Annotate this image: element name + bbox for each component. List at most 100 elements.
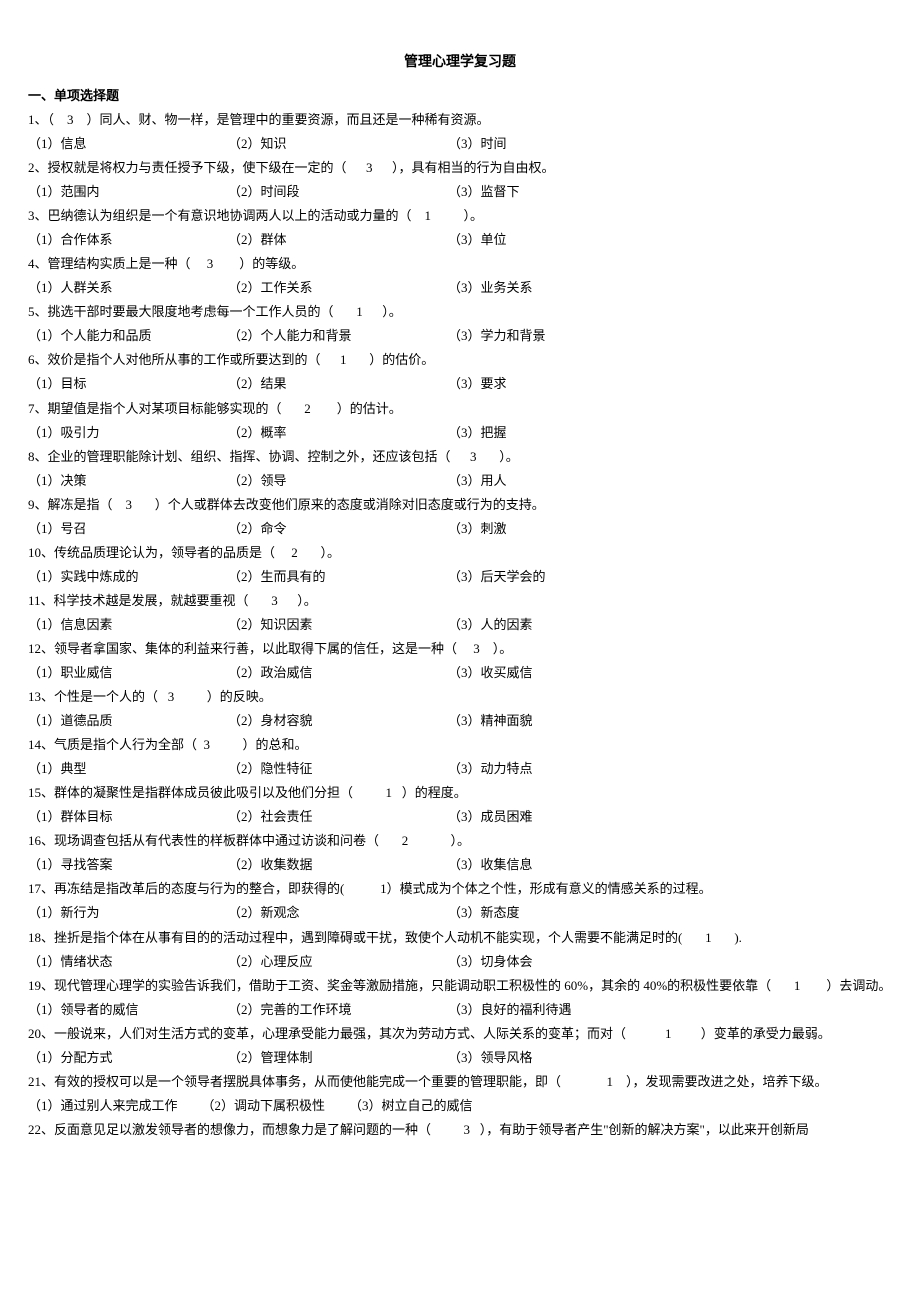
section-header: 一、单项选择题 [28,84,892,108]
option: （1）号召 [28,517,228,541]
option: （3）用人 [448,469,892,493]
option: （1）新行为 [28,901,228,925]
option: （3）把握 [448,421,892,445]
option: （3）树立自己的威信 [349,1094,868,1118]
option: （2）时间段 [228,180,448,204]
option: （2）调动下属积极性 [202,1094,326,1118]
option: （1）情绪状态 [28,950,228,974]
question-stem: 10、传统品质理论认为，领导者的品质是（ 2 ）。 [28,541,892,565]
option: （3）精神面貌 [448,709,892,733]
option: （3）收集信息 [448,853,892,877]
option: （1）决策 [28,469,228,493]
options-row: （1）个人能力和品质（2）个人能力和背景（3）学力和背景 [28,324,892,348]
option: （2）群体 [228,228,448,252]
option: （3）业务关系 [448,276,892,300]
options-row: （1）新行为（2）新观念（3）新态度 [28,901,892,925]
option: （3）时间 [448,132,892,156]
option: （2）领导 [228,469,448,493]
option: （1）人群关系 [28,276,228,300]
option: （2）知识 [228,132,448,156]
option: （3）刺激 [448,517,892,541]
option: （2）结果 [228,372,448,396]
option: （3）人的因素 [448,613,892,637]
options-row: （1）实践中炼成的（2）生而具有的（3）后天学会的 [28,565,892,589]
option: （1）吸引力 [28,421,228,445]
options-row: （1）道德品质（2）身材容貌（3）精神面貌 [28,709,892,733]
options-row: （1）群体目标（2）社会责任（3）成员困难 [28,805,892,829]
option: （1）目标 [28,372,228,396]
question-stem: 7、期望值是指个人对某项目标能够实现的（ 2 ）的估计。 [28,397,892,421]
options-row: （1）决策（2）领导（3）用人 [28,469,892,493]
option: （2）心理反应 [228,950,448,974]
option: （1）信息 [28,132,228,156]
option: （2）管理体制 [228,1046,448,1070]
options-row: （1）寻找答案（2）收集数据（3）收集信息 [28,853,892,877]
option: （2）知识因素 [228,613,448,637]
question-stem: 8、企业的管理职能除计划、组织、指挥、协调、控制之外，还应该包括（ 3 ）。 [28,445,892,469]
options-row: （1）号召（2）命令（3）刺激 [28,517,892,541]
option: （3）新态度 [448,901,892,925]
option: （3）切身体会 [448,950,892,974]
option: （1）分配方式 [28,1046,228,1070]
option: （3）良好的福利待遇 [448,998,892,1022]
option: （1）范围内 [28,180,228,204]
question-stem: 14、气质是指个人行为全部（ 3 ）的总和。 [28,733,892,757]
option: （3）成员困难 [448,805,892,829]
option: （2）完善的工作环境 [228,998,448,1022]
option: （1）合作体系 [28,228,228,252]
option: （1）通过别人来完成工作 [28,1094,178,1118]
question-stem: 3、巴纳德认为组织是一个有意识地协调两人以上的活动或力量的（ 1 ）。 [28,204,892,228]
question-stem: 6、效价是指个人对他所从事的工作或所要达到的（ 1 ）的估价。 [28,348,892,372]
options-row: （1）合作体系（2）群体（3）单位 [28,228,892,252]
option: （1）道德品质 [28,709,228,733]
option: （2）新观念 [228,901,448,925]
option: （3）动力特点 [448,757,892,781]
options-row: （1）信息因素（2）知识因素（3）人的因素 [28,613,892,637]
option: （3）监督下 [448,180,892,204]
option: （2）收集数据 [228,853,448,877]
option: （1）领导者的威信 [28,998,228,1022]
question-stem: 21、有效的授权可以是一个领导者摆脱具体事务，从而使他能完成一个重要的管理职能，… [28,1070,892,1094]
options-row: （1）目标（2）结果（3）要求 [28,372,892,396]
option: （2）政治威信 [228,661,448,685]
question-stem: 4、管理结构实质上是一种（ 3 ）的等级。 [28,252,892,276]
option: （3）要求 [448,372,892,396]
options-row: （1）情绪状态（2）心理反应（3）切身体会 [28,950,892,974]
question-stem: 22、反面意见足以激发领导者的想像力，而想象力是了解问题的一种（ 3 ），有助于… [28,1118,892,1142]
question-stem: 12、领导者拿国家、集体的利益来行善，以此取得下属的信任，这是一种（ 3 ）。 [28,637,892,661]
question-stem: 20、一般说来，人们对生活方式的变革，心理承受能力最强，其次为劳动方式、人际关系… [28,1022,892,1046]
question-stem: 19、现代管理心理学的实验告诉我们，借助于工资、奖金等激励措施，只能调动职工积极… [28,974,892,998]
question-stem: 2、授权就是将权力与责任授予下级，使下级在一定的（ 3 ），具有相当的行为自由权… [28,156,892,180]
options-row: （1）信息（2）知识（3）时间 [28,132,892,156]
options-row: （1）通过别人来完成工作 （2）调动下属积极性 （3）树立自己的威信 [28,1094,892,1118]
option: （3）领导风格 [448,1046,892,1070]
question-stem: 11、科学技术越是发展，就越要重视（ 3 ）。 [28,589,892,613]
question-stem: 16、现场调查包括从有代表性的样板群体中通过访谈和问卷（ 2 ）。 [28,829,892,853]
option: （2）生而具有的 [228,565,448,589]
question-stem: 13、个性是一个人的（ 3 ）的反映。 [28,685,892,709]
option: （3）学力和背景 [448,324,892,348]
options-row: （1）人群关系（2）工作关系（3）业务关系 [28,276,892,300]
option: （1）职业威信 [28,661,228,685]
option: （1）典型 [28,757,228,781]
question-stem: 9、解冻是指（ 3 ）个人或群体去改变他们原来的态度或消除对旧态度或行为的支持。 [28,493,892,517]
option: （3）后天学会的 [448,565,892,589]
option: （2）社会责任 [228,805,448,829]
question-stem: 1、（ 3 ）同人、财、物一样，是管理中的重要资源，而且还是一种稀有资源。 [28,108,892,132]
option: （3）收买威信 [448,661,892,685]
option: （2）个人能力和背景 [228,324,448,348]
option: （1）寻找答案 [28,853,228,877]
question-stem: 15、群体的凝聚性是指群体成员彼此吸引以及他们分担（ 1 ）的程度。 [28,781,892,805]
option: （2）隐性特征 [228,757,448,781]
question-stem: 17、再冻结是指改革后的态度与行为的整合，即获得的( 1）模式成为个体之个性，形… [28,877,892,901]
option: （1）个人能力和品质 [28,324,228,348]
questions-container: 1、（ 3 ）同人、财、物一样，是管理中的重要资源，而且还是一种稀有资源。（1）… [28,108,892,1142]
option: （1）实践中炼成的 [28,565,228,589]
option: （1）群体目标 [28,805,228,829]
option: （3）单位 [448,228,892,252]
question-stem: 5、挑选干部时要最大限度地考虑每一个工作人员的（ 1 ）。 [28,300,892,324]
options-row: （1）吸引力（2）概率（3）把握 [28,421,892,445]
options-row: （1）领导者的威信（2）完善的工作环境（3）良好的福利待遇 [28,998,892,1022]
options-row: （1）分配方式（2）管理体制（3）领导风格 [28,1046,892,1070]
option: （2）身材容貌 [228,709,448,733]
